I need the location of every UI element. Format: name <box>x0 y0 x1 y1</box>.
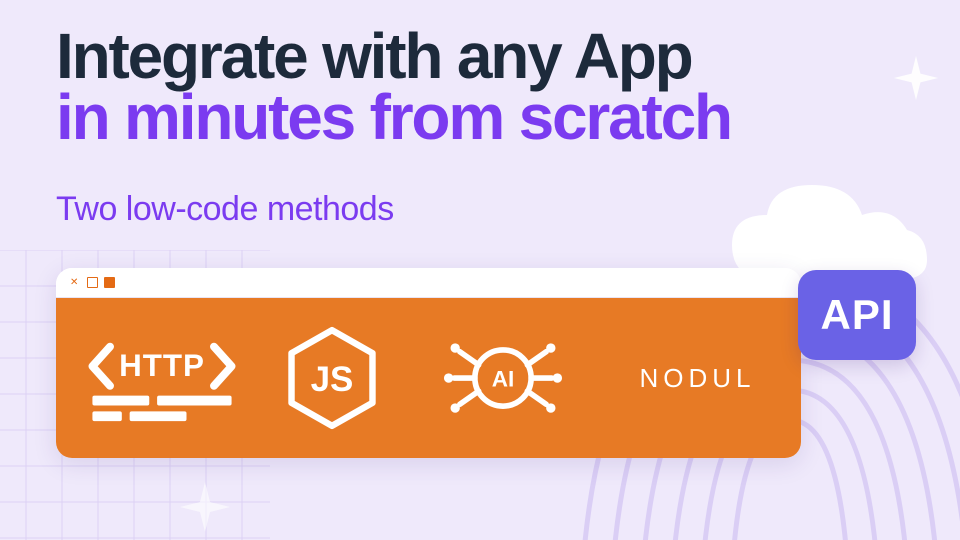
maximize-icon <box>104 277 115 288</box>
http-text: HTTP <box>119 348 205 383</box>
minimize-icon <box>87 277 98 288</box>
api-label: API <box>820 291 893 339</box>
subtitle: Two low-code methods <box>56 190 394 229</box>
sparkle-icon-small <box>180 482 230 532</box>
close-icon <box>70 277 81 288</box>
ai-text: AI <box>492 366 515 391</box>
nodul-text: NODUL <box>639 363 755 394</box>
headline-line1: Integrate with any App <box>56 24 906 89</box>
demo-window-card: HTTP JS <box>56 268 801 458</box>
headline-line2: in minutes from scratch <box>56 85 906 150</box>
js-logo: JS <box>284 326 380 430</box>
nodul-logo: NODUL <box>626 363 769 394</box>
headline-block: Integrate with any App in minutes from s… <box>56 24 906 151</box>
api-badge: API <box>798 270 916 360</box>
window-titlebar <box>56 268 801 298</box>
window-body: HTTP JS <box>56 298 801 458</box>
ai-logo: AI <box>428 331 578 425</box>
http-logo: HTTP <box>88 329 236 427</box>
js-text: JS <box>311 360 354 399</box>
